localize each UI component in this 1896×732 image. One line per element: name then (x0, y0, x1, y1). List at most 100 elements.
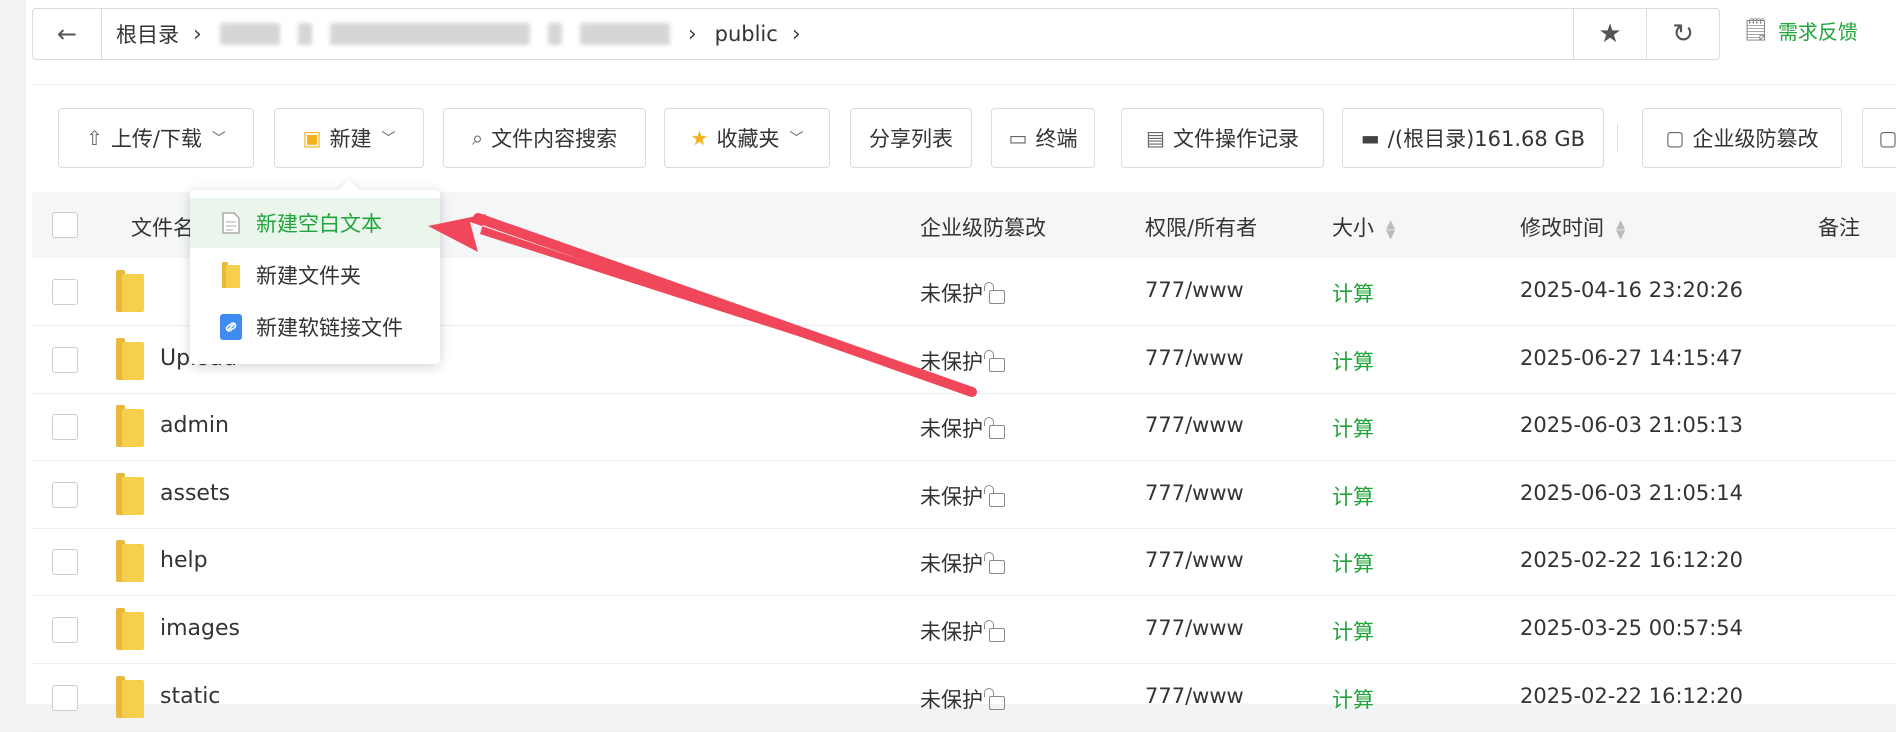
chevron-right-icon: › (791, 21, 801, 47)
row-checkbox[interactable] (52, 549, 78, 575)
unlock-icon (984, 688, 1005, 710)
size-calc-link[interactable]: 计算 (1332, 548, 1374, 578)
tamper-status-label: 未保护 (920, 485, 983, 509)
shield-doc-icon: ▢ (1665, 126, 1685, 150)
edit-doc-icon: 🗒 (1742, 18, 1770, 43)
tamper-proof-button[interactable]: ▢ 企业级防篡改 (1642, 108, 1842, 168)
path-bar[interactable]: ← 根目录 › › public › ★ ↻ (32, 8, 1720, 60)
row-checkbox[interactable] (52, 279, 78, 305)
permission-owner[interactable]: 777/www (1145, 616, 1244, 640)
header-tamper: 企业级防篡改 (920, 216, 1046, 240)
refresh-icon: ↻ (1672, 19, 1694, 49)
tamper-status-label: 未保护 (920, 350, 983, 374)
chevron-right-icon: › (193, 21, 202, 47)
tamper-status[interactable]: 未保护 (920, 548, 1005, 578)
size-calc-link[interactable]: 计算 (1332, 684, 1374, 714)
feedback-label: 需求反馈 (1777, 20, 1858, 44)
modified-time: 2025-06-03 21:05:13 (1520, 413, 1744, 437)
tamper-status[interactable]: 未保护 (920, 413, 1005, 443)
tamper-status[interactable]: 未保护 (920, 616, 1005, 646)
upload-download-button[interactable]: ⇧ 上传/下载 ﹀ (58, 108, 254, 168)
share-list-button[interactable]: 分享列表 (850, 108, 972, 168)
size-calc-link[interactable]: 计算 (1332, 481, 1374, 511)
share-list-label: 分享列表 (869, 127, 953, 151)
file-name[interactable]: admin (160, 413, 229, 438)
modified-time: 2025-04-16 23:20:26 (1520, 278, 1744, 302)
unlock-icon (984, 282, 1005, 304)
file-name[interactable]: images (160, 616, 240, 641)
modified-time: 2025-03-25 00:57:54 (1520, 616, 1744, 640)
permission-owner[interactable]: 777/www (1145, 346, 1244, 370)
breadcrumb-root[interactable]: 根目录 (116, 19, 179, 49)
file-name[interactable]: static (160, 684, 220, 709)
unlock-icon (984, 350, 1005, 372)
header-size-label: 大小 (1332, 216, 1374, 240)
header-size[interactable]: 大小 ▲ ▼ (1332, 212, 1395, 242)
terminal-icon: ▭ (1008, 126, 1028, 150)
row-checkbox[interactable] (52, 482, 78, 508)
back-button[interactable]: ← (33, 9, 102, 59)
favorites-label: 收藏夹 (716, 127, 780, 151)
permission-owner[interactable]: 777/www (1145, 684, 1244, 708)
search-icon: ⌕ (471, 126, 484, 150)
redacted-path (547, 23, 562, 45)
disk-label: /(根目录)161.68 GB (1387, 127, 1586, 151)
refresh-button[interactable]: ↻ (1646, 9, 1719, 59)
tamper-status-label: 未保护 (920, 417, 983, 441)
modified-time: 2025-02-22 16:12:20 (1520, 684, 1744, 708)
breadcrumb-public[interactable]: public (715, 22, 778, 46)
size-calc-link[interactable]: 计算 (1332, 346, 1374, 376)
favorites-button[interactable]: ★ 收藏夹 ﹀ (664, 108, 830, 168)
folder-icon (220, 262, 242, 288)
terminal-button[interactable]: ▭ 终端 (991, 108, 1095, 168)
row-checkbox[interactable] (52, 617, 78, 643)
menu-item-new-text[interactable]: 新建空白文本 (190, 198, 440, 248)
permission-owner[interactable]: 777/www (1145, 278, 1244, 302)
header-mtime[interactable]: 修改时间 ▲ ▼ (1520, 212, 1625, 242)
more-button[interactable]: ▢ (1862, 108, 1896, 168)
redacted-path (297, 23, 312, 45)
tamper-status[interactable]: 未保护 (920, 346, 1005, 376)
terminal-label: 终端 (1035, 127, 1078, 151)
row-checkbox[interactable] (52, 347, 78, 373)
menu-item-new-folder[interactable]: 新建文件夹 (190, 250, 440, 300)
modified-time: 2025-06-03 21:05:14 (1520, 481, 1744, 505)
favorite-button[interactable]: ★ (1573, 9, 1646, 59)
new-dropdown-menu: 新建空白文本 新建文件夹 新建软链接文件 (190, 179, 440, 364)
breadcrumb: 根目录 › › public › (102, 9, 1573, 59)
menu-item-new-symlink[interactable]: 新建软链接文件 (190, 302, 440, 352)
redacted-path (219, 23, 280, 45)
log-icon: ▤ (1146, 126, 1165, 150)
folder-icon (116, 473, 144, 515)
tamper-status-label: 未保护 (920, 688, 983, 712)
star-icon: ★ (690, 126, 709, 150)
size-calc-link[interactable]: 计算 (1332, 616, 1374, 646)
size-calc-link[interactable]: 计算 (1332, 278, 1374, 308)
size-calc-link[interactable]: 计算 (1332, 413, 1374, 443)
permission-owner[interactable]: 777/www (1145, 413, 1244, 437)
row-checkbox[interactable] (52, 685, 78, 711)
redacted-path (329, 23, 530, 45)
permission-owner[interactable]: 777/www (1145, 548, 1244, 572)
folder-icon (116, 338, 144, 380)
file-name[interactable]: assets (160, 481, 230, 506)
tamper-status[interactable]: 未保护 (920, 278, 1005, 308)
feedback-link[interactable]: 🗒 需求反馈 (1742, 16, 1858, 45)
permission-owner[interactable]: 777/www (1145, 481, 1244, 505)
sort-icon: ▲ ▼ (1386, 217, 1396, 241)
disk-button[interactable]: ▬ /(根目录)161.68 GB (1342, 108, 1604, 168)
file-name[interactable]: help (160, 548, 208, 573)
toolbar-divider (1617, 124, 1618, 152)
op-log-button[interactable]: ▤ 文件操作记录 (1121, 108, 1324, 168)
content-search-button[interactable]: ⌕ 文件内容搜索 (443, 108, 646, 168)
tamper-status[interactable]: 未保护 (920, 684, 1005, 714)
chevron-down-icon: ﹀ (789, 131, 804, 147)
new-button[interactable]: ▣ 新建 ﹀ (274, 108, 424, 168)
row-checkbox[interactable] (52, 414, 78, 440)
modified-time: 2025-06-27 14:15:47 (1520, 346, 1744, 370)
folder-icon (116, 608, 144, 650)
arrow-left-icon: ← (56, 20, 78, 48)
tamper-status[interactable]: 未保护 (920, 481, 1005, 511)
header-name[interactable]: 文件名 (131, 212, 194, 242)
select-all-checkbox[interactable] (52, 212, 78, 238)
